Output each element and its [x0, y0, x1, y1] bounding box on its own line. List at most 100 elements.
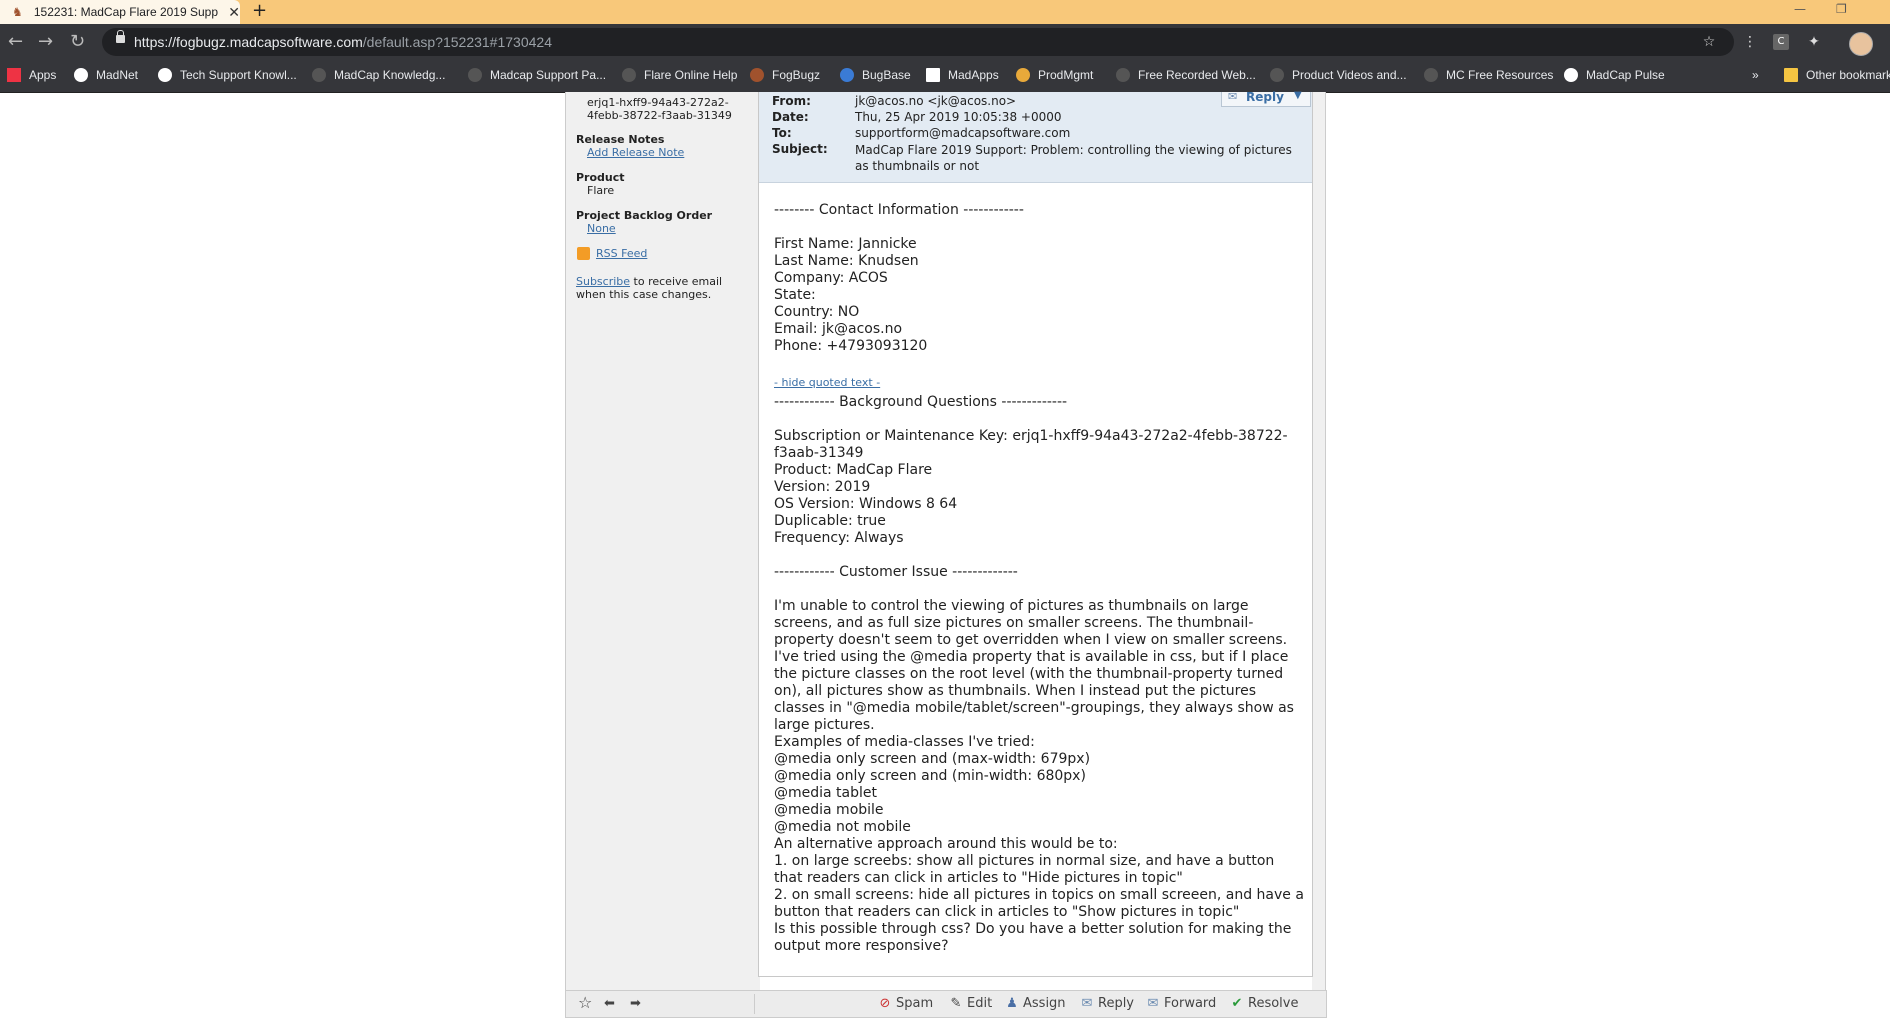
maintenance-key-value: erjq1-hxff9-94a43-272a2- 4febb-38722-f3a…: [587, 96, 732, 122]
bookmarks-bar: Apps MadNet Tech Support Knowl... MadCap…: [0, 60, 1890, 93]
folder-icon: [1784, 68, 1798, 82]
tab-title: 152231: MadCap Flare 2019 Supp: [33, 5, 219, 19]
bookmark-apps[interactable]: Apps: [7, 68, 56, 82]
spam-icon: ⊘: [879, 996, 891, 1011]
subscribe-text-2: when this case changes.: [576, 288, 712, 301]
bookmark-product-videos[interactable]: Product Videos and...: [1270, 68, 1407, 82]
spam-button[interactable]: ⊘ Spam: [878, 996, 934, 1011]
profile-avatar[interactable]: [1849, 32, 1873, 56]
page-icon: [312, 68, 326, 82]
browser-tab[interactable]: ♞ 152231: MadCap Flare 2019 Supp ✕: [0, 0, 240, 24]
subscribe-link[interactable]: Subscribe: [576, 275, 630, 288]
apps-grid-icon: [7, 68, 21, 82]
back-icon[interactable]: ←: [8, 32, 23, 52]
globe-icon: [158, 68, 172, 82]
reply-button[interactable]: ✉ Reply: [1080, 996, 1134, 1011]
bookmark-fogbugz[interactable]: FogBugz: [750, 68, 820, 82]
bookmark-mc-free-resources[interactable]: MC Free Resources: [1424, 68, 1553, 82]
bookmark-madnet[interactable]: MadNet: [74, 68, 138, 82]
backlog-value-link[interactable]: None: [587, 222, 616, 235]
previous-case-icon[interactable]: ⬅: [604, 996, 615, 1011]
add-release-note-link[interactable]: Add Release Note: [587, 146, 684, 159]
globe-icon: [1564, 68, 1578, 82]
reload-icon[interactable]: ↻: [70, 32, 85, 52]
browser-toolbar: ← → ↻ https://fogbugz.madcapsoftware.com…: [0, 24, 1890, 60]
rss-feed[interactable]: RSS Feed: [577, 247, 647, 260]
checkmark-icon: ✔: [1231, 996, 1243, 1011]
extension-c-icon[interactable]: C: [1773, 34, 1789, 50]
product-value: Flare: [587, 184, 615, 197]
release-notes-section: Release Notes Add Release Note: [576, 133, 684, 159]
case-action-bar: ☆ ⬅ ➡ ⊘ Spam ✎ Edit ♟ Assign ✉ Reply ✉ Forwar…: [565, 990, 1327, 1018]
divider: [754, 994, 755, 1014]
subscribe-section: Subscribe to receive email when this cas…: [576, 275, 722, 301]
assign-user-icon: ♟: [1006, 996, 1018, 1011]
from-label: From:: [772, 94, 811, 108]
bookmark-other[interactable]: Other bookmarks: [1784, 68, 1890, 82]
backlog-section: Project Backlog Order None: [576, 209, 712, 235]
minimize-icon[interactable]: —: [1794, 3, 1806, 15]
address-bar[interactable]: https://fogbugz.madcapsoftware.com/defau…: [102, 28, 1734, 56]
right-gutter: [1312, 92, 1326, 990]
backlog-label: Project Backlog Order: [576, 209, 713, 222]
restore-icon[interactable]: ❐: [1836, 3, 1847, 15]
to-label: To:: [772, 126, 792, 140]
tab-strip: ♞ 152231: MadCap Flare 2019 Supp ✕ + — ❐: [0, 0, 1890, 24]
prodmgmt-icon: [1016, 68, 1030, 82]
document-icon: [926, 68, 940, 82]
fogbugz-icon: [750, 68, 764, 82]
url-text[interactable]: https://fogbugz.madcapsoftware.com/defau…: [134, 34, 552, 50]
bookmark-madapps[interactable]: MadApps: [926, 68, 999, 82]
email-body-text: ------------ Background Questions ------…: [774, 394, 1304, 954]
bookmark-madcap-knowledge[interactable]: MadCap Knowledg...: [312, 68, 445, 82]
contact-info-text: -------- Contact Information -----------…: [774, 202, 1024, 354]
bookmark-flare-online-help[interactable]: Flare Online Help: [622, 68, 737, 82]
assign-button[interactable]: ♟ Assign: [1005, 996, 1065, 1011]
close-tab-icon[interactable]: ✕: [228, 4, 240, 21]
page-icon: [1116, 68, 1130, 82]
email-event: ✉ Reply ▼ From: jk@acos.no <jk@acos.no> …: [758, 90, 1313, 977]
bugbase-icon: [840, 68, 854, 82]
forward-icon: ✉: [1147, 996, 1159, 1011]
page-icon: [622, 68, 636, 82]
rss-feed-link[interactable]: RSS Feed: [596, 247, 647, 260]
subscribe-text: to receive email: [630, 275, 723, 288]
date-value: Thu, 25 Apr 2019 10:05:38 +0000: [855, 110, 1062, 124]
product-section: Product Flare: [576, 171, 625, 197]
bookmark-prodmgmt[interactable]: ProdMgmt: [1016, 68, 1093, 82]
star-icon[interactable]: ☆: [578, 993, 592, 1012]
rss-icon: [577, 247, 590, 260]
hide-quoted-text-link[interactable]: - hide quoted text -: [774, 371, 880, 390]
bookmarks-overflow-icon[interactable]: »: [1752, 68, 1759, 82]
extension-icon[interactable]: ⋮: [1742, 34, 1758, 50]
bookmark-star-icon[interactable]: ☆: [1701, 34, 1717, 50]
bookmark-bugbase[interactable]: BugBase: [840, 68, 911, 82]
bookmark-free-recorded-web[interactable]: Free Recorded Web...: [1116, 68, 1256, 82]
bookmark-madcap-support[interactable]: Madcap Support Pa...: [468, 68, 606, 82]
edit-button[interactable]: ✎ Edit: [949, 996, 993, 1011]
lock-icon: [116, 30, 125, 43]
subject-value: MadCap Flare 2019 Support: Problem: cont…: [855, 143, 1292, 173]
email-header: ✉ Reply ▼ From: jk@acos.no <jk@acos.no> …: [759, 90, 1312, 183]
bookmark-tech-support[interactable]: Tech Support Knowl...: [158, 68, 297, 82]
forward-icon[interactable]: →: [38, 32, 53, 52]
bookmark-madcap-pulse[interactable]: MadCap Pulse: [1564, 68, 1665, 82]
fogbugz-favicon-icon: ♞: [12, 5, 23, 19]
page-icon: [1424, 68, 1438, 82]
forward-button[interactable]: ✉ Forward: [1146, 996, 1217, 1011]
page-icon: [468, 68, 482, 82]
next-case-icon[interactable]: ➡: [630, 996, 641, 1011]
new-tab-icon[interactable]: +: [252, 0, 267, 22]
subject-label: Subject:: [772, 142, 828, 156]
resolve-button[interactable]: ✔ Resolve: [1230, 996, 1299, 1011]
extension-puzzle-icon[interactable]: ✦: [1806, 34, 1822, 50]
from-value: jk@acos.no <jk@acos.no>: [855, 94, 1017, 108]
product-label: Product: [576, 171, 625, 184]
globe-icon: [74, 68, 88, 82]
page-icon: [1270, 68, 1284, 82]
date-label: Date:: [772, 110, 809, 124]
edit-icon: ✎: [950, 996, 962, 1011]
to-value: supportform@madcapsoftware.com: [855, 126, 1071, 140]
release-notes-label: Release Notes: [576, 133, 665, 146]
reply-icon: ✉: [1081, 996, 1093, 1011]
